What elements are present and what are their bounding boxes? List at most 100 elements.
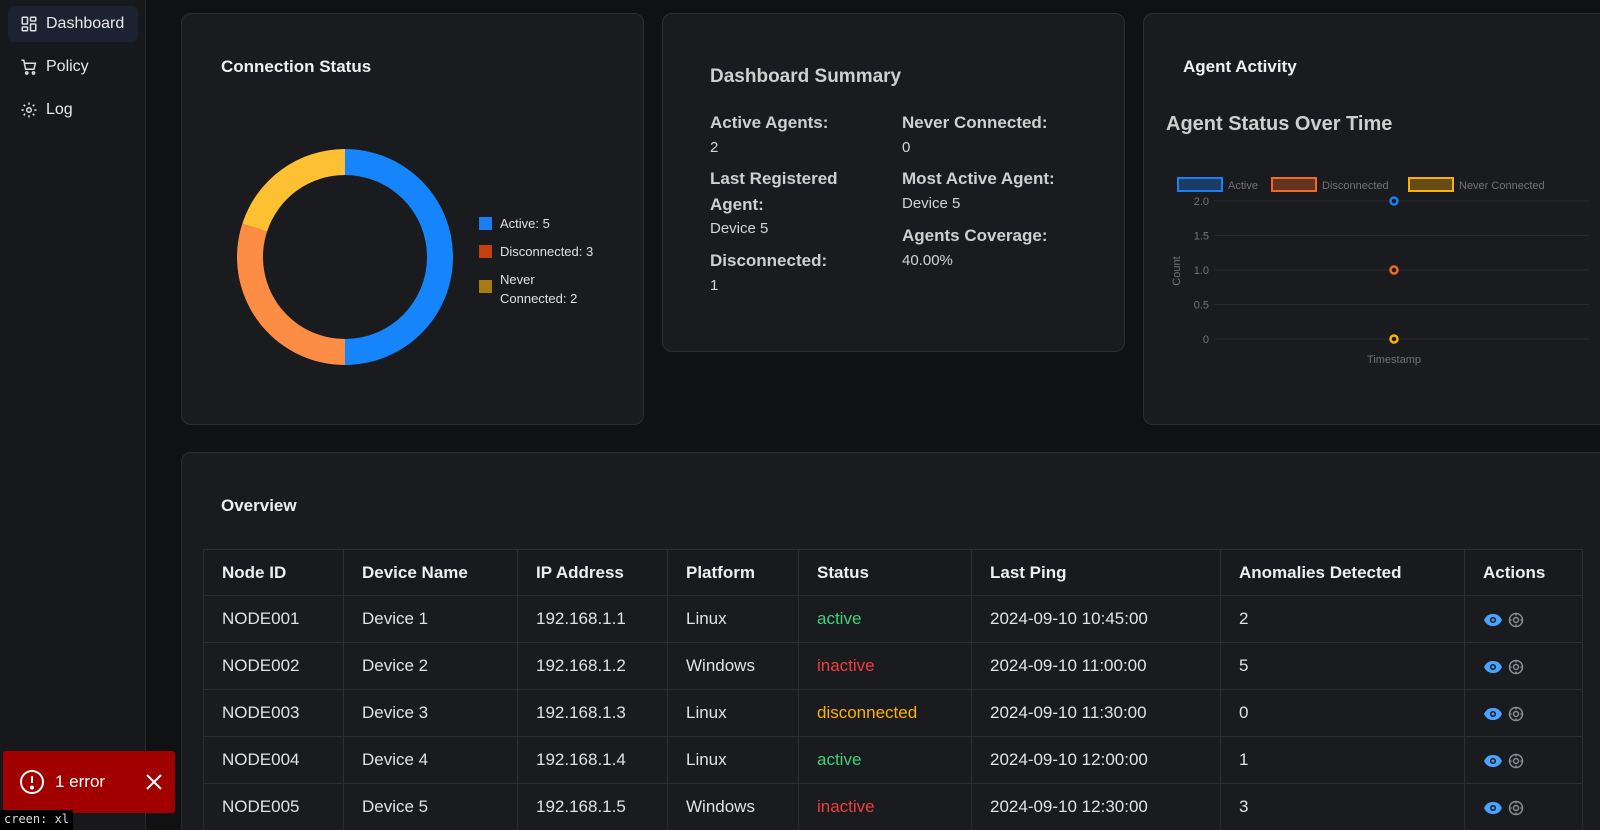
- active-agents-label: Active Agents:: [710, 113, 829, 132]
- view-icon[interactable]: [1483, 801, 1503, 815]
- actions-cell: [1464, 736, 1583, 784]
- ip-address-cell: 192.168.1.3: [517, 689, 668, 737]
- legend-item-never-connected[interactable]: Never Connected: 2: [479, 270, 599, 308]
- device-name-cell: Device 5: [343, 783, 518, 830]
- legend-item-active[interactable]: Active: 5: [479, 214, 550, 233]
- legend-swatch: [1177, 177, 1223, 192]
- ip-address-cell: 192.168.1.4: [517, 736, 668, 784]
- node-id-cell: NODE005: [203, 783, 344, 830]
- device-name-cell: Device 3: [343, 689, 518, 737]
- chart-legend-item[interactable]: Never Connected: [1408, 177, 1545, 192]
- settings-icon[interactable]: [1508, 612, 1524, 628]
- anomalies-cell: 1: [1220, 736, 1465, 784]
- error-toast[interactable]: 1 error: [3, 751, 175, 813]
- y-tick-label: 1.0: [1194, 265, 1209, 277]
- legend-label: Never Connected: [1459, 180, 1545, 192]
- table-row[interactable]: NODE003 Device 3 192.168.1.3 Linux disconnec…: [203, 689, 1583, 737]
- agents-coverage-value: 40.00%: [902, 252, 953, 269]
- anomalies-cell: 0: [1220, 689, 1465, 737]
- card-title: Connection Status: [221, 57, 372, 76]
- legend-swatch: [479, 217, 492, 230]
- cart-icon: [21, 59, 37, 75]
- y-tick-label: 0: [1203, 334, 1209, 346]
- device-name-cell: Device 2: [343, 642, 518, 690]
- donut-slice-active[interactable]: [345, 149, 453, 365]
- column-header-ip-address[interactable]: IP Address: [517, 549, 668, 596]
- y-axis-label: Count: [1171, 256, 1183, 285]
- legend-label: Active: [1228, 180, 1258, 192]
- node-id-cell: NODE003: [203, 689, 344, 737]
- data-point-active[interactable]: [1389, 196, 1399, 206]
- ip-address-cell: 192.168.1.1: [517, 595, 668, 643]
- platform-cell: Linux: [667, 689, 799, 737]
- settings-icon[interactable]: [1508, 659, 1524, 675]
- data-point-never-connected[interactable]: [1389, 334, 1399, 344]
- view-icon[interactable]: [1483, 754, 1503, 768]
- chart-legend-item[interactable]: Active: [1177, 177, 1258, 192]
- most-active-label: Most Active Agent:: [902, 169, 1055, 188]
- disconnected-value: 1: [710, 277, 719, 294]
- node-id-cell: NODE004: [203, 736, 344, 784]
- last-ping-cell: 2024-09-10 11:30:00: [971, 689, 1221, 737]
- disconnected-label: Disconnected:: [710, 251, 828, 270]
- actions-cell: [1464, 689, 1583, 737]
- column-header-last-ping[interactable]: Last Ping: [971, 549, 1221, 596]
- table-row[interactable]: NODE001 Device 1 192.168.1.1 Linux active 202…: [203, 595, 1583, 643]
- last-ping-cell: 2024-09-10 11:00:00: [971, 642, 1221, 690]
- settings-icon[interactable]: [1508, 800, 1524, 816]
- connection-status-card: Connection Status Active: 5 Disconnected…: [181, 13, 644, 425]
- view-icon[interactable]: [1483, 660, 1503, 674]
- donut-slice-never-connected[interactable]: [242, 149, 345, 232]
- settings-icon[interactable]: [1508, 753, 1524, 769]
- table-row[interactable]: NODE002 Device 2 192.168.1.2 Windows inactiv…: [203, 642, 1583, 690]
- column-header-node-id[interactable]: Node ID: [203, 549, 344, 596]
- legend-swatch: [479, 245, 492, 258]
- sidebar-item-dashboard[interactable]: Dashboard: [8, 6, 138, 42]
- ip-address-cell: 192.168.1.5: [517, 783, 668, 830]
- donut-slice-disconnected[interactable]: [237, 223, 345, 365]
- ip-address-cell: 192.168.1.2: [517, 642, 668, 690]
- overview-table: Node ID Device Name IP Address Platform …: [203, 549, 1583, 830]
- most-active-value: Device 5: [902, 195, 961, 212]
- device-name-cell: Device 4: [343, 736, 518, 784]
- settings-icon[interactable]: [1508, 706, 1524, 722]
- table-row[interactable]: NODE005 Device 5 192.168.1.5 Windows inactiv…: [203, 783, 1583, 830]
- column-header-actions: Actions: [1464, 549, 1583, 596]
- table-row[interactable]: NODE004 Device 4 192.168.1.4 Linux active 202…: [203, 736, 1583, 784]
- legend-item-disconnected[interactable]: Disconnected: 3: [479, 242, 593, 261]
- column-header-anomalies[interactable]: Anomalies Detected: [1220, 549, 1465, 596]
- legend-swatch: [1408, 177, 1454, 192]
- sidebar-item-label: Policy: [46, 58, 89, 75]
- chart-title: Agent Status Over Time: [1166, 113, 1393, 135]
- sidebar: Dashboard Policy Log: [0, 0, 146, 830]
- view-icon[interactable]: [1483, 707, 1503, 721]
- sidebar-item-policy[interactable]: Policy: [8, 49, 138, 85]
- card-title: Dashboard Summary: [710, 66, 902, 87]
- legend-label: Disconnected: 3: [500, 244, 594, 259]
- last-ping-cell: 2024-09-10 12:30:00: [971, 783, 1221, 830]
- status-cell: inactive: [798, 783, 972, 830]
- column-header-device-name[interactable]: Device Name: [343, 549, 518, 596]
- sidebar-item-label: Log: [46, 101, 73, 118]
- agents-coverage-label: Agents Coverage:: [902, 226, 1048, 245]
- chart-legend-item[interactable]: Disconnected: [1271, 177, 1389, 192]
- dashboard-icon: [21, 16, 37, 32]
- view-icon[interactable]: [1483, 613, 1503, 627]
- column-header-platform[interactable]: Platform: [667, 549, 799, 596]
- legend-swatch: [1271, 177, 1317, 192]
- legend-label: Never Connected: 2: [500, 272, 578, 306]
- table-header-row: Node ID Device Name IP Address Platform …: [203, 549, 1583, 596]
- node-id-cell: NODE002: [203, 642, 344, 690]
- last-ping-cell: 2024-09-10 10:45:00: [971, 595, 1221, 643]
- error-count-label: 1 error: [55, 772, 106, 791]
- donut-chart: [237, 149, 453, 365]
- gear-icon: [21, 102, 37, 118]
- close-icon[interactable]: [145, 773, 163, 791]
- column-header-status[interactable]: Status: [798, 549, 972, 596]
- active-agents-value: 2: [710, 139, 719, 156]
- sidebar-item-log[interactable]: Log: [8, 92, 138, 128]
- data-point-disconnected[interactable]: [1389, 265, 1399, 275]
- anomalies-cell: 2: [1220, 595, 1465, 643]
- platform-cell: Windows: [667, 783, 799, 830]
- x-axis-label: Timestamp: [1367, 354, 1421, 366]
